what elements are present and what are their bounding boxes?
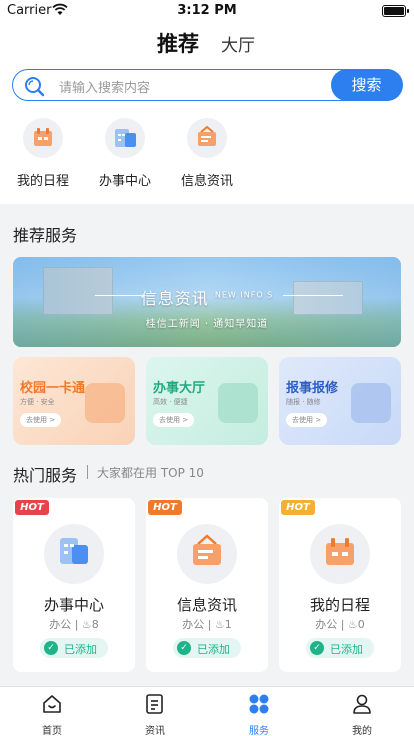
hot-service-meta: 办公 | ♨1 [182, 618, 232, 631]
bottom-tab-bar: 首页 资讯 服务 我的 [0, 686, 414, 736]
tab-label: 服务 [249, 726, 269, 736]
tab-label: 资讯 [145, 726, 165, 736]
added-button[interactable]: ✓ 已添加 [173, 638, 241, 658]
calendar-icon [310, 524, 370, 584]
search-button[interactable]: 搜索 [330, 68, 403, 101]
tab-services[interactable]: 服务 [229, 693, 289, 736]
tab-label: 我的 [352, 726, 372, 736]
hot-service-card[interactable]: HOT 办事中心 办公 | ♨8 ✓ 已添加 [13, 498, 135, 672]
hot-badge: HOT [281, 500, 315, 515]
hot-service-name: 我的日程 [309, 596, 370, 614]
document-pen-icon [218, 383, 258, 423]
hot-badge: HOT [15, 500, 49, 515]
tab-mine[interactable]: 我的 [332, 693, 392, 736]
clock: 3:12 PM [177, 3, 237, 18]
card-subtitle: 方便 · 安全 [20, 398, 55, 406]
fire-icon: ♨ [81, 618, 92, 631]
quick-link-news[interactable]: 信息资讯 [172, 118, 242, 189]
service-card-campus-card[interactable]: 校园一卡通 方便 · 安全 去使用 > [13, 357, 135, 445]
banner-subtitle: 桂信工新闻 · 通知早知道 [145, 319, 269, 330]
header-tabs: 推荐 大厅 [0, 22, 414, 62]
document-icon [146, 694, 163, 714]
news-banner[interactable]: 信息资讯 NEW INFO S 桂信工新闻 · 通知早知道 [13, 257, 401, 347]
top-panel: 推荐 大厅 请输入搜索内容 搜索 我的日程 办事中心 信息资讯 [0, 22, 414, 204]
section-subtitle-hot: 大家都在用 TOP 10 [97, 466, 204, 480]
card-subtitle: 高效 · 便捷 [153, 398, 188, 406]
section-title-recommend: 推荐服务 [13, 226, 78, 245]
hot-service-name: 信息资讯 [176, 596, 237, 614]
calendar-icon [23, 118, 63, 158]
banner-badge: NEW INFO S [214, 290, 274, 300]
hot-service-meta: 办公 | ♨8 [49, 618, 99, 631]
card-title: 校园一卡通 [20, 381, 86, 396]
hot-service-card[interactable]: HOT 我的日程 办公 | ♨0 ✓ 已添加 [279, 498, 401, 672]
status-bar: Carrier 3:12 PM [0, 0, 414, 22]
tab-recommend[interactable]: 推荐 [157, 28, 199, 58]
hot-badge: HOT [148, 500, 182, 515]
fire-icon: ♨ [214, 618, 225, 631]
search-input[interactable]: 请输入搜索内容 [59, 77, 150, 96]
card-use-button[interactable]: 去使用 > [153, 413, 195, 427]
added-button[interactable]: ✓ 已添加 [306, 638, 374, 658]
added-button[interactable]: ✓ 已添加 [40, 638, 108, 658]
check-icon: ✓ [177, 641, 191, 655]
check-icon: ✓ [44, 641, 58, 655]
crown-card-icon [85, 383, 125, 423]
search-bar[interactable]: 请输入搜索内容 搜索 [12, 68, 403, 101]
battery-icon [382, 5, 409, 17]
check-icon: ✓ [310, 641, 324, 655]
banner-title: 信息资讯 NEW INFO S [140, 289, 274, 308]
quick-link-label: 我的日程 [16, 174, 69, 189]
card-subtitle: 随报 · 随修 [286, 398, 321, 406]
tab-home[interactable]: 首页 [22, 693, 82, 736]
card-title: 办事大厅 [153, 381, 206, 396]
tab-news[interactable]: 资讯 [125, 693, 185, 736]
tab-label: 首页 [42, 726, 62, 736]
hot-service-name: 办事中心 [43, 596, 104, 614]
tab-hall[interactable]: 大厅 [221, 31, 255, 56]
quick-link-schedule[interactable]: 我的日程 [8, 118, 78, 189]
quick-link-label: 信息资讯 [180, 174, 233, 189]
card-title: 报事报修 [286, 381, 339, 396]
grid-icon [249, 694, 269, 714]
quick-link-service-center[interactable]: 办事中心 [90, 118, 160, 189]
hot-service-card[interactable]: HOT 信息资讯 办公 | ♨1 ✓ 已添加 [146, 498, 268, 672]
home-icon [43, 695, 61, 713]
toolbox-icon [351, 383, 391, 423]
service-card-hall[interactable]: 办事大厅 高效 · 便捷 去使用 > [146, 357, 268, 445]
building-icon [105, 118, 145, 158]
fire-icon: ♨ [347, 618, 358, 631]
hot-service-meta: 办公 | ♨0 [315, 618, 365, 631]
card-use-button[interactable]: 去使用 > [20, 413, 62, 427]
quick-link-label: 办事中心 [98, 174, 151, 189]
divider [87, 465, 88, 479]
building-icon [44, 524, 104, 584]
section-title-hot: 热门服务 [13, 466, 78, 485]
news-icon [177, 524, 237, 584]
news-icon [187, 118, 227, 158]
card-use-button[interactable]: 去使用 > [286, 413, 328, 427]
search-icon [25, 77, 45, 97]
person-icon [353, 694, 371, 714]
service-card-repair[interactable]: 报事报修 随报 · 随修 去使用 > [279, 357, 401, 445]
